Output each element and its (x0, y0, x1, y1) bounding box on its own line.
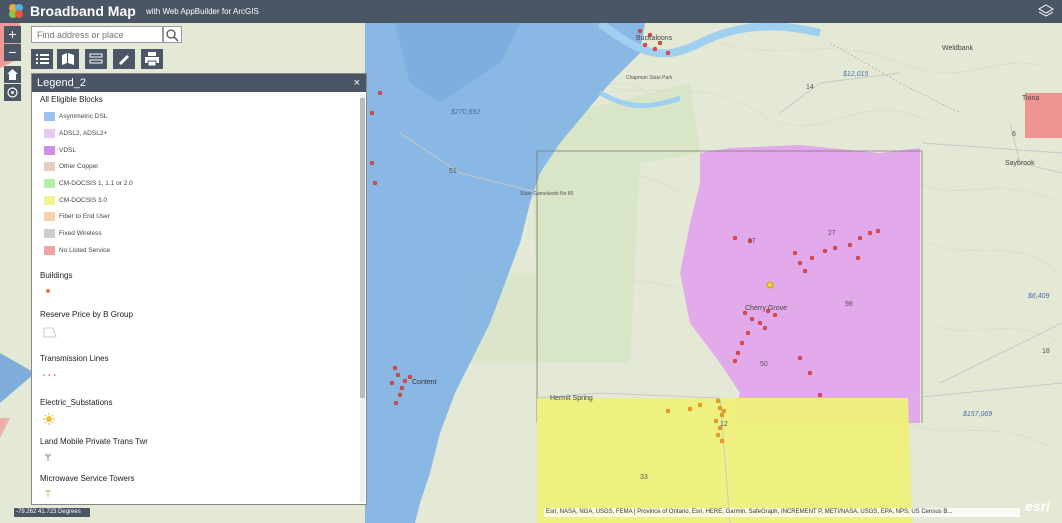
layers-icon[interactable] (1038, 3, 1054, 19)
app-logo-icon (9, 4, 23, 18)
label-27a: 27 (748, 238, 756, 245)
label-state-gamelands: State Gamelands No 86 (520, 191, 574, 197)
draw-tool-button[interactable] (113, 49, 135, 69)
microwave-tower-icon (45, 490, 51, 497)
swatch (44, 129, 55, 138)
search-icon (166, 29, 179, 42)
app-title: Broadband Map (30, 3, 136, 19)
label-price-4: $157,069 (962, 411, 992, 418)
swatch (44, 246, 55, 255)
layer-tool-button[interactable] (85, 49, 107, 69)
label-cherry-grove: Cherry Grove (745, 305, 787, 312)
label-content: Content (412, 379, 437, 386)
label-12: 12 (720, 421, 728, 428)
label-50: 50 (760, 361, 768, 368)
legend-scroll-thumb[interactable] (360, 98, 365, 398)
swatch (44, 212, 55, 221)
legend-header: Legend_2 × (32, 74, 366, 92)
layer-list-icon (89, 53, 103, 64)
print-icon (145, 52, 159, 67)
home-icon (7, 69, 18, 80)
label-buckaloons: Buckaloons (636, 35, 673, 42)
legend-section-buildings: Buildings (40, 271, 73, 280)
list-icon (36, 54, 49, 64)
label-27b: 27 (828, 230, 836, 237)
zoom-out-button[interactable]: − (4, 44, 21, 61)
legend-title: Legend_2 (37, 77, 86, 89)
tower-icon (44, 453, 52, 461)
label-route-6: 6 (1012, 131, 1016, 138)
search-input[interactable] (31, 26, 163, 43)
swatch (44, 196, 55, 205)
attribution-text: Esri, NASA, NGA, USGS, FEMA | Province o… (544, 508, 1020, 517)
legend-section-eligible: All Eligible Blocks (40, 95, 103, 104)
label-33: 33 (640, 474, 648, 481)
close-icon[interactable]: × (354, 74, 360, 92)
label-chapman: Chapman State Park (626, 75, 673, 81)
legend-panel: Legend_2 × All Eligible Blocks Asymmetri… (31, 73, 367, 505)
building-dot-icon (46, 289, 50, 293)
substation-icon (43, 413, 55, 425)
label-weldbank: Weldbank (942, 45, 974, 52)
app-header: Broadband Map with Web AppBuilder for Ar… (0, 0, 1062, 23)
legend-tool-button[interactable] (31, 49, 53, 69)
pencil-icon (119, 55, 129, 65)
swatch (44, 229, 55, 238)
legend-section-transmission: Transmission Lines (40, 354, 109, 363)
swatch (44, 146, 55, 155)
coordinate-readout: -79.262 41.723 Degrees (14, 508, 90, 517)
label-hermit-spring: Hermit Spring (550, 395, 593, 402)
app-subtitle: with Web AppBuilder for ArcGIS (146, 7, 259, 16)
home-button[interactable] (4, 66, 21, 83)
locate-button[interactable] (4, 84, 21, 101)
legend-section-substations: Electric_Substations (40, 398, 113, 407)
locate-icon (7, 87, 18, 98)
label-tiona: Tiona (1022, 95, 1039, 102)
label-route-14: 14 (806, 84, 814, 91)
search-button[interactable] (163, 26, 182, 43)
label-18: 18 (1042, 348, 1050, 355)
polygon-outline-icon (43, 327, 57, 338)
label-98: 98 (845, 301, 853, 308)
print-tool-button[interactable] (141, 49, 163, 69)
legend-section-reserve-price: Reserve Price by B Group (40, 310, 133, 319)
label-price-3: $6,409 (1027, 293, 1050, 300)
legend-section-land-mobile: Land Mobile Private Trans Twr (40, 437, 148, 446)
label-price-2: $12,015 (842, 71, 868, 78)
basemap-tool-button[interactable] (57, 49, 79, 69)
label-saybrook: Saybrook (1005, 160, 1035, 167)
swatch (44, 112, 55, 121)
swatch (44, 179, 55, 188)
swatch (44, 162, 55, 171)
zoom-in-button[interactable]: + (4, 26, 21, 43)
legend-section-microwave: Microwave Service Towers (40, 474, 135, 483)
label-price-1: $270,892 (450, 109, 480, 116)
map-icon (62, 53, 74, 65)
esri-logo: esri (1025, 498, 1050, 514)
dotted-line-icon (43, 374, 59, 376)
label-51: 51 (449, 168, 457, 175)
